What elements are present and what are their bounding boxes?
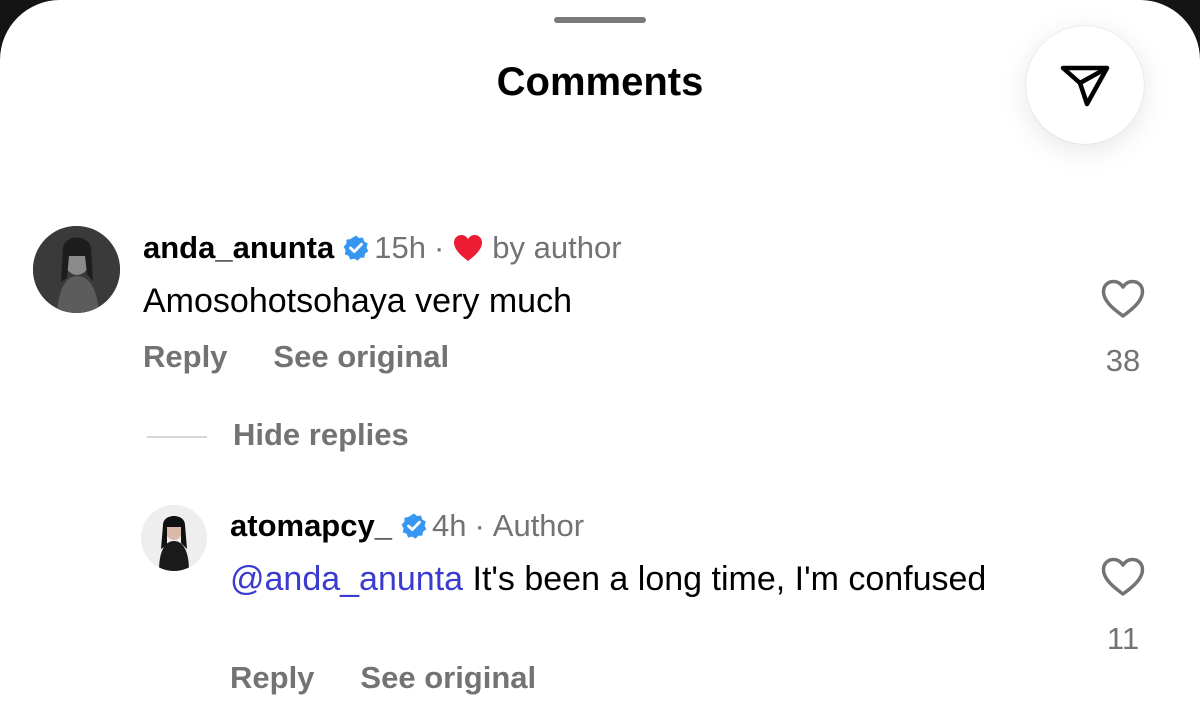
like-count: 11 (1106, 621, 1140, 656)
share-button[interactable] (1026, 26, 1144, 144)
reply-button[interactable]: Reply (230, 660, 314, 696)
drag-handle[interactable] (554, 17, 646, 23)
separator-dot: · (433, 230, 445, 265)
like-count: 38 (1105, 343, 1141, 378)
like-button[interactable]: 38 (1093, 278, 1153, 379)
divider-line (147, 436, 207, 438)
username[interactable]: anda_anunta (143, 230, 334, 266)
heart-outline-icon[interactable] (1100, 278, 1146, 325)
see-original-button[interactable]: See original (273, 339, 449, 375)
mention-link[interactable]: @anda_anunta (230, 560, 463, 598)
comments-sheet: Comments anda_anunta 15h · by author Amo… (0, 0, 1200, 725)
timestamp: 4h (431, 508, 467, 543)
reply-text: @anda_anunta It's been a long time, I'm … (230, 557, 1030, 601)
avatar[interactable] (33, 226, 120, 313)
reply-actions: Reply See original (230, 660, 582, 696)
like-button[interactable]: 11 (1093, 556, 1153, 657)
timestamp: 15h (374, 230, 426, 265)
avatar[interactable] (141, 505, 207, 571)
verified-badge-icon (400, 512, 428, 540)
hide-replies-button[interactable]: Hide replies (233, 417, 409, 453)
heart-outline-icon[interactable] (1100, 556, 1146, 603)
liked-by-author-label: by author (492, 230, 622, 265)
reply-button[interactable]: Reply (143, 339, 227, 375)
heart-filled-icon (452, 233, 484, 263)
see-original-button[interactable]: See original (360, 660, 536, 696)
reply-header: atomapcy_ 4h · Author (230, 506, 584, 546)
separator-dot: · (474, 508, 485, 543)
author-label: Author (492, 508, 585, 543)
username[interactable]: atomapcy_ (230, 508, 392, 544)
send-paper-plane-icon (1057, 55, 1113, 116)
reply-body: It's been a long time, I'm confused (463, 560, 987, 598)
page-title: Comments (496, 60, 704, 104)
comment-header: anda_anunta 15h · by author (143, 228, 622, 268)
comment-actions: Reply See original (143, 339, 495, 375)
comment-text: Amosohotsohaya very much (143, 282, 572, 320)
verified-badge-icon (342, 234, 370, 262)
